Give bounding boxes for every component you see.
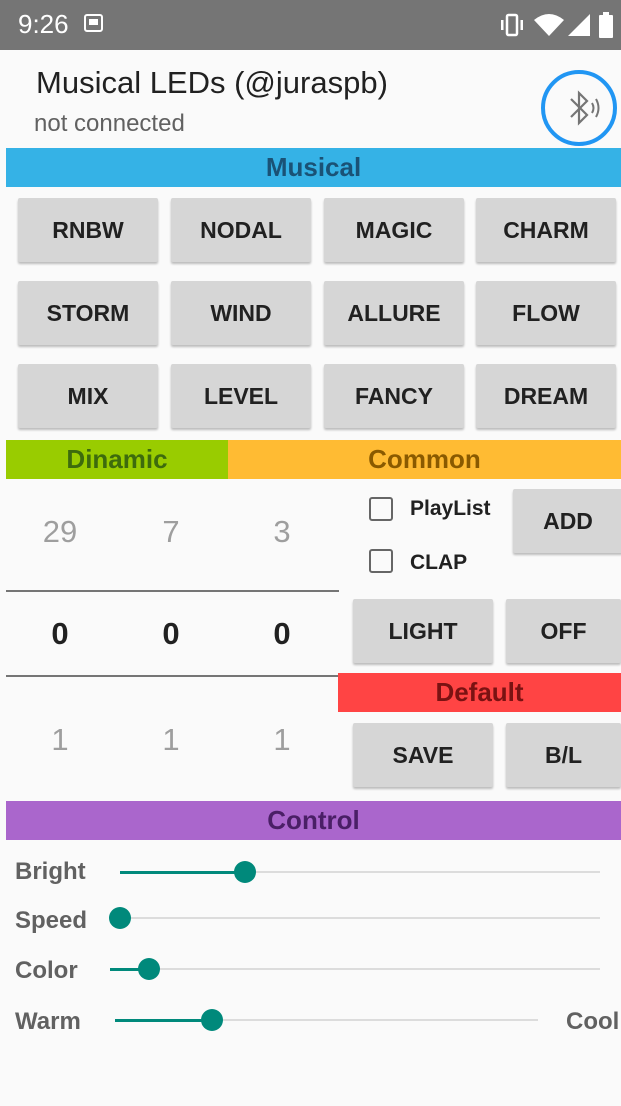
bluetooth-button[interactable] bbox=[541, 70, 617, 146]
notification-icon bbox=[84, 14, 103, 32]
speed-label: Speed bbox=[15, 907, 88, 934]
status-bar: 9:26 bbox=[0, 0, 621, 50]
off-button[interactable]: OFF bbox=[506, 599, 621, 663]
color-label: Color bbox=[15, 957, 78, 984]
clap-label: CLAP bbox=[410, 551, 468, 574]
picker3-prev-value[interactable]: 3 bbox=[252, 514, 312, 550]
connection-status: not connected bbox=[34, 110, 185, 137]
warm-label: Warm bbox=[15, 1008, 81, 1035]
mode-button-wind[interactable]: WIND bbox=[171, 281, 311, 345]
picker1-next-value[interactable]: 1 bbox=[30, 722, 90, 758]
battery-icon bbox=[599, 12, 613, 38]
mode-button-mix[interactable]: MIX bbox=[18, 364, 158, 428]
mode-button-flow[interactable]: FLOW bbox=[476, 281, 616, 345]
section-default: Default bbox=[338, 673, 621, 712]
picker2-value[interactable]: 0 bbox=[141, 616, 201, 652]
mode-button-magic[interactable]: MAGIC bbox=[324, 198, 464, 262]
mode-button-nodal[interactable]: NODAL bbox=[171, 198, 311, 262]
picker1-prev-value[interactable]: 29 bbox=[30, 514, 90, 550]
mode-button-charm[interactable]: CHARM bbox=[476, 198, 616, 262]
slider-thumb[interactable] bbox=[109, 907, 131, 929]
bluetooth-icon bbox=[570, 90, 600, 126]
picker1-value[interactable]: 0 bbox=[30, 616, 90, 652]
bright-label: Bright bbox=[15, 858, 86, 885]
mode-button-rnbw[interactable]: RNBW bbox=[18, 198, 158, 262]
clock: 9:26 bbox=[18, 9, 69, 39]
vibrate-icon bbox=[501, 13, 523, 37]
picker-divider-top bbox=[6, 590, 339, 592]
mode-button-allure[interactable]: ALLURE bbox=[324, 281, 464, 345]
wifi-icon bbox=[534, 14, 564, 36]
picker2-next-value[interactable]: 1 bbox=[141, 722, 201, 758]
section-dinamic: Dinamic bbox=[6, 440, 228, 479]
slider-track[interactable] bbox=[110, 968, 600, 970]
backlight-button[interactable]: B/L bbox=[506, 723, 621, 787]
section-control: Control bbox=[6, 801, 621, 840]
picker3-value[interactable]: 0 bbox=[252, 616, 312, 652]
slider-track[interactable] bbox=[120, 917, 600, 919]
picker-divider-bottom bbox=[6, 675, 339, 677]
section-common: Common bbox=[228, 440, 621, 479]
light-button[interactable]: LIGHT bbox=[353, 599, 493, 663]
section-musical: Musical bbox=[6, 148, 621, 187]
slider-fill bbox=[120, 870, 245, 874]
slider-fill bbox=[115, 1018, 213, 1022]
add-button[interactable]: ADD bbox=[513, 489, 621, 553]
clap-checkbox[interactable] bbox=[369, 549, 393, 573]
playlist-checkbox[interactable] bbox=[369, 497, 393, 521]
mode-button-fancy[interactable]: FANCY bbox=[324, 364, 464, 428]
playlist-label: PlayList bbox=[410, 497, 491, 520]
mode-button-dream[interactable]: DREAM bbox=[476, 364, 616, 428]
slider-thumb[interactable] bbox=[233, 861, 256, 883]
signal-icon bbox=[568, 14, 590, 36]
cool-label: Cool bbox=[566, 1008, 620, 1035]
mode-button-level[interactable]: LEVEL bbox=[171, 364, 311, 428]
slider-thumb[interactable] bbox=[201, 1009, 224, 1031]
slider-thumb[interactable] bbox=[138, 958, 161, 980]
save-button[interactable]: SAVE bbox=[353, 723, 493, 787]
mode-button-storm[interactable]: STORM bbox=[18, 281, 158, 345]
app-title: Musical LEDs (@juraspb) bbox=[36, 65, 388, 100]
picker3-next-value[interactable]: 1 bbox=[252, 722, 312, 758]
picker2-prev-value[interactable]: 7 bbox=[141, 514, 201, 550]
